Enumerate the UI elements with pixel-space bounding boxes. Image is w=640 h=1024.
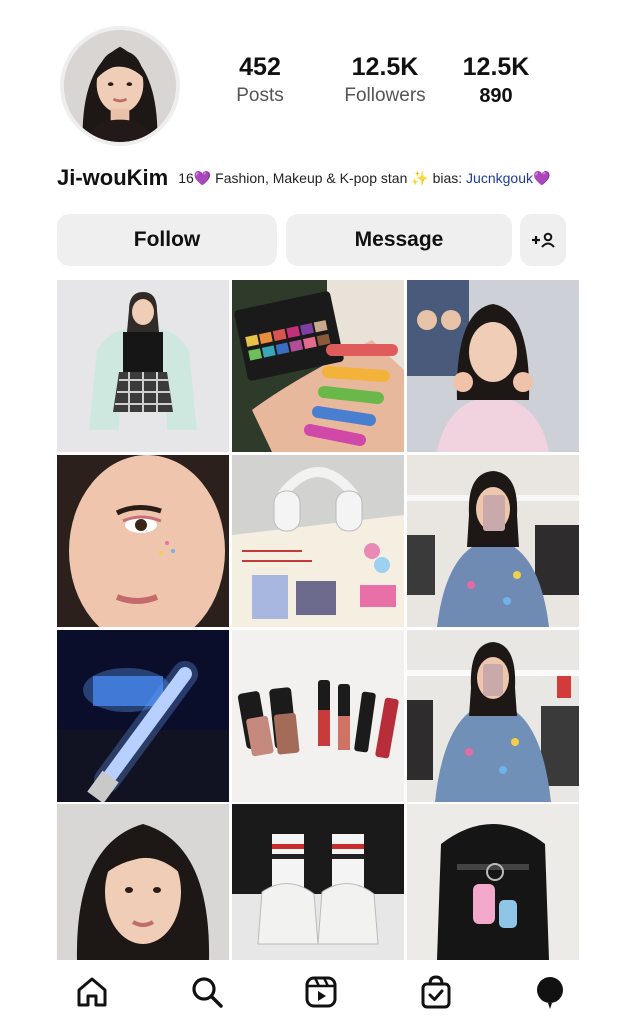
post-sneakers-socks[interactable] <box>232 804 404 960</box>
bio-age: 16 <box>178 169 194 186</box>
post-portrait-selfie[interactable] <box>57 804 229 960</box>
post-concert-lightstick[interactable] <box>57 630 229 802</box>
sparkle-icon: ✨ <box>411 169 429 186</box>
post-grid <box>57 280 579 960</box>
shop-icon <box>421 975 450 1009</box>
stat-following-label: 890 <box>479 85 513 107</box>
stat-following[interactable]: 12.5K 890 <box>441 52 551 110</box>
heart-icon: 💜 <box>193 169 212 186</box>
bottom-nav <box>0 960 640 1024</box>
post-makeup-closeup[interactable] <box>57 455 229 627</box>
stat-followers-label: Followers <box>344 85 426 106</box>
stat-posts[interactable]: 452 Posts <box>205 52 315 110</box>
stat-posts-label: Posts <box>236 85 284 106</box>
post-outfit-photo[interactable] <box>57 280 229 452</box>
heart-icon: 💜 <box>532 169 551 186</box>
nav-reels[interactable] <box>301 972 341 1012</box>
bio-row: Ji-wouKim 16💜 Fashion, Makeup & K-pop st… <box>57 162 617 194</box>
avatar[interactable] <box>60 26 180 146</box>
home-icon <box>77 977 107 1007</box>
stat-posts-value: 452 <box>239 53 281 81</box>
add-person-icon <box>532 232 555 248</box>
stat-followers[interactable]: 12.5K Followers <box>330 52 440 110</box>
bio: 16💜 Fashion, Makeup & K-pop stan ✨ bias:… <box>178 170 550 187</box>
nav-search[interactable] <box>187 972 227 1012</box>
post-mirror-selfie-jacket[interactable] <box>407 630 579 802</box>
post-mirror-selfie-store[interactable] <box>407 455 579 627</box>
message-button[interactable]: Message <box>286 214 512 266</box>
avatar-image <box>64 30 176 142</box>
stat-followers-value: 12.5K <box>351 53 419 81</box>
profile-icon <box>537 977 563 1009</box>
reels-icon <box>305 976 337 1008</box>
nav-shop[interactable] <box>416 972 456 1012</box>
post-backpack-keychain[interactable] <box>407 804 579 960</box>
bio-text: Fashion, Makeup & K-pop stan <box>211 169 412 186</box>
post-headphones-journal[interactable] <box>232 455 404 627</box>
follow-button[interactable]: Follow <box>57 214 277 266</box>
search-icon <box>191 977 223 1008</box>
profile-stats: 452 Posts 12.5K Followers 12.5K 890 <box>210 52 550 122</box>
username: Ji-wouKim <box>57 165 169 190</box>
stat-following-value: 12.5K <box>462 53 530 81</box>
add-friend-button[interactable] <box>520 214 566 266</box>
post-kpop-heart-selfie[interactable] <box>407 280 579 452</box>
bio-bias-name[interactable]: Jucnkgouk <box>466 170 533 186</box>
nav-home[interactable] <box>72 972 112 1012</box>
post-eyeshadow-swatch[interactable] <box>232 280 404 452</box>
post-lipstick-collection[interactable] <box>232 630 404 802</box>
bio-bias-label: bias: <box>428 169 467 186</box>
nav-profile[interactable] <box>530 972 570 1012</box>
